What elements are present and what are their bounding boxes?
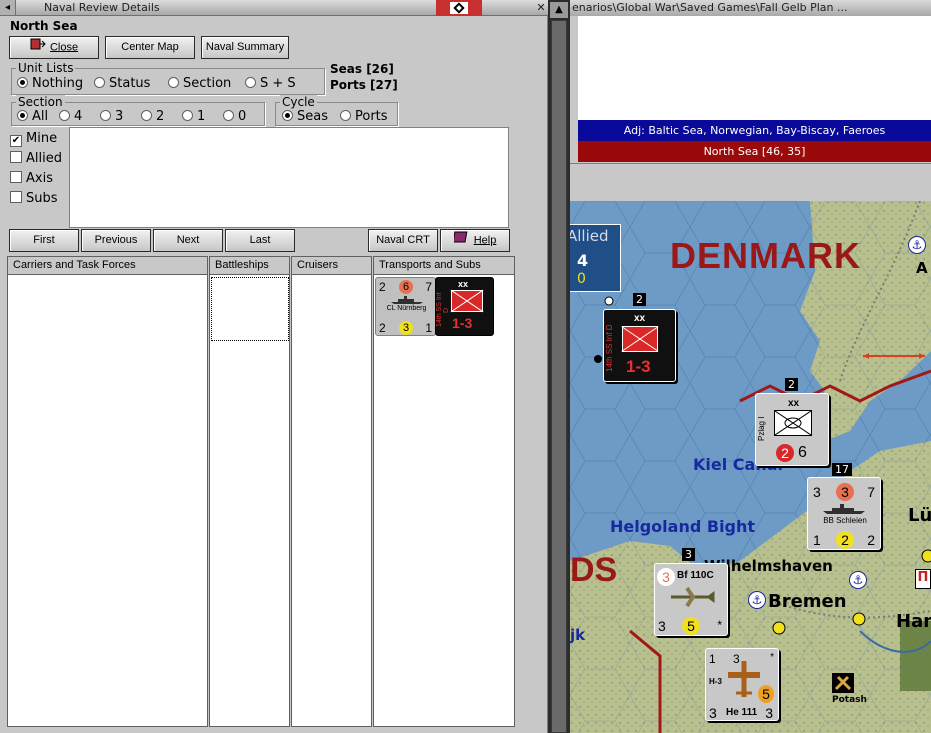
- help-button-label: Help: [473, 234, 497, 247]
- map-ss-infantry-unit[interactable]: 14th SS Inf D xx 1-3: [603, 309, 676, 382]
- fighter-plane-icon: [671, 586, 715, 608]
- radio-section-1[interactable]: 1: [182, 109, 205, 124]
- label-denmark: DENMARK: [670, 235, 861, 276]
- radio-status[interactable]: Status: [94, 76, 150, 91]
- checkbox-axis[interactable]: Axis: [10, 171, 53, 186]
- checkbox-allied[interactable]: Allied: [10, 151, 62, 166]
- label-a: A: [916, 259, 928, 277]
- close-door-icon: [30, 37, 46, 58]
- unit-lists-label: Unit Lists: [16, 61, 76, 75]
- help-button[interactable]: Help: [440, 229, 510, 252]
- battleship-icon: [823, 504, 865, 514]
- map-panzer-unit[interactable]: Pzlag I xx 2 6: [755, 393, 829, 466]
- scroll-up-icon[interactable]: ▲: [550, 2, 568, 18]
- map-battleship-unit[interactable]: 3 3 7 BB Schleien 1 2 2: [807, 477, 881, 550]
- section-label: Section: [16, 95, 65, 109]
- radio-nothing[interactable]: Nothing: [17, 76, 83, 91]
- potash-resource-icon: [832, 673, 854, 693]
- map-toolbar-area: [570, 163, 931, 201]
- panzer-symbol-icon: [774, 410, 812, 436]
- title-bar[interactable]: ◂ Naval Review Details ✕: [0, 0, 548, 16]
- cruisers-list[interactable]: [291, 256, 372, 727]
- radio-s-plus-s[interactable]: S + S: [245, 76, 296, 91]
- radio-cycle-seas[interactable]: Seas: [282, 109, 328, 124]
- label-hamburg: Ham: [896, 611, 931, 632]
- ss-infantry-counter[interactable]: 14th SS Inf D xx 1-3: [435, 277, 494, 336]
- nation-flag-icon: [436, 0, 482, 16]
- ports-count: Ports [27]: [330, 78, 398, 92]
- map-fighter-unit[interactable]: 3 Bf 110C 3 5 *: [654, 563, 728, 636]
- radio-section-3[interactable]: 3: [100, 109, 123, 124]
- radio-section-all[interactable]: All: [17, 109, 48, 124]
- infantry-symbol-icon: [451, 290, 483, 312]
- center-map-button[interactable]: Center Map: [105, 36, 195, 59]
- stack-count: 2: [633, 293, 646, 306]
- close-button-label: Close: [49, 41, 79, 54]
- label-ijk: jk: [570, 626, 586, 644]
- carriers-header[interactable]: Carriers and Task Forces: [7, 256, 208, 275]
- window-title: Naval Review Details: [44, 1, 160, 14]
- stack-count: 2: [785, 378, 798, 391]
- system-menu-icon[interactable]: ◂: [0, 0, 16, 15]
- radio-section-2[interactable]: 2: [141, 109, 164, 124]
- checkbox-mine[interactable]: ✔ Mine: [10, 131, 57, 147]
- details-text-box[interactable]: [69, 127, 509, 228]
- map-window-title: enarios\Global War\Saved Games\Fall Gelb…: [570, 0, 931, 16]
- transports-header[interactable]: Transports and Subs: [373, 256, 515, 275]
- close-button[interactable]: Close: [9, 36, 99, 59]
- map-window: enarios\Global War\Saved Games\Fall Gelb…: [570, 0, 931, 733]
- map-info-panel: [578, 16, 931, 120]
- port-anchor-icon[interactable]: ⚓: [849, 571, 867, 589]
- label-potash: Potash: [832, 695, 867, 705]
- port-anchor-icon[interactable]: ⚓: [908, 236, 926, 254]
- scrollbar-thumb[interactable]: [551, 20, 567, 733]
- naval-crt-button[interactable]: Naval CRT: [368, 229, 438, 252]
- radio-cycle-ports[interactable]: Ports: [340, 109, 388, 124]
- allied-info-box: Allied 4 0: [570, 224, 621, 292]
- naval-summary-button[interactable]: Naval Summary: [201, 36, 289, 59]
- close-window-icon[interactable]: ✕: [534, 0, 548, 15]
- label-lubeck: Lü: [908, 505, 931, 526]
- radio-section[interactable]: Section: [168, 76, 231, 91]
- previous-button[interactable]: Previous: [81, 229, 151, 252]
- stack-count: 3: [682, 548, 695, 561]
- last-button[interactable]: Last: [225, 229, 295, 252]
- label-bremen: Bremen: [768, 591, 847, 612]
- cycle-label: Cycle: [280, 95, 317, 109]
- factory-icon: Π: [915, 569, 931, 589]
- radio-section-0[interactable]: 0: [223, 109, 246, 124]
- selection-slot[interactable]: [211, 277, 289, 341]
- vertical-scrollbar[interactable]: ▲: [548, 0, 570, 733]
- cruiser-ship-icon: [391, 296, 423, 304]
- radio-section-4[interactable]: 4: [59, 109, 82, 124]
- carriers-list[interactable]: [7, 256, 208, 727]
- cruisers-header[interactable]: Cruisers: [291, 256, 372, 275]
- checkbox-subs[interactable]: Subs: [10, 191, 58, 206]
- help-book-icon: [452, 230, 470, 251]
- region-name: North Sea: [10, 19, 78, 33]
- cruiser-counter[interactable]: 2 6 7 CL Nürnberg 2 3 1: [375, 277, 436, 336]
- next-button[interactable]: Next: [153, 229, 223, 252]
- bomber-plane-icon: [728, 661, 760, 697]
- naval-review-panel: ◂ Naval Review Details ✕ North Sea Close…: [0, 0, 548, 733]
- seas-count: Seas [26]: [330, 62, 394, 76]
- game-map[interactable]: Allied 4 0 DENMARK A Kiel Canal Helgolan…: [570, 201, 931, 733]
- map-bomber-unit[interactable]: 1 3 * H-3 5 3 He 111 3: [705, 648, 779, 721]
- adjacent-seas-bar: Adj: Baltic Sea, Norwegian, Bay-Biscay, …: [578, 120, 931, 141]
- battleships-header[interactable]: Battleships: [209, 256, 290, 275]
- label-helgoland-bight: Helgoland Bight: [610, 517, 756, 536]
- stack-count: 17: [832, 463, 852, 476]
- first-button[interactable]: First: [9, 229, 79, 252]
- label-netherlands: DS: [570, 551, 618, 589]
- infantry-symbol-icon: [622, 326, 658, 352]
- map-side-strip: [570, 16, 578, 163]
- sea-zone-bar: North Sea [46, 35]: [578, 141, 931, 162]
- battleships-list[interactable]: [209, 256, 290, 727]
- port-anchor-icon[interactable]: ⚓: [748, 591, 766, 609]
